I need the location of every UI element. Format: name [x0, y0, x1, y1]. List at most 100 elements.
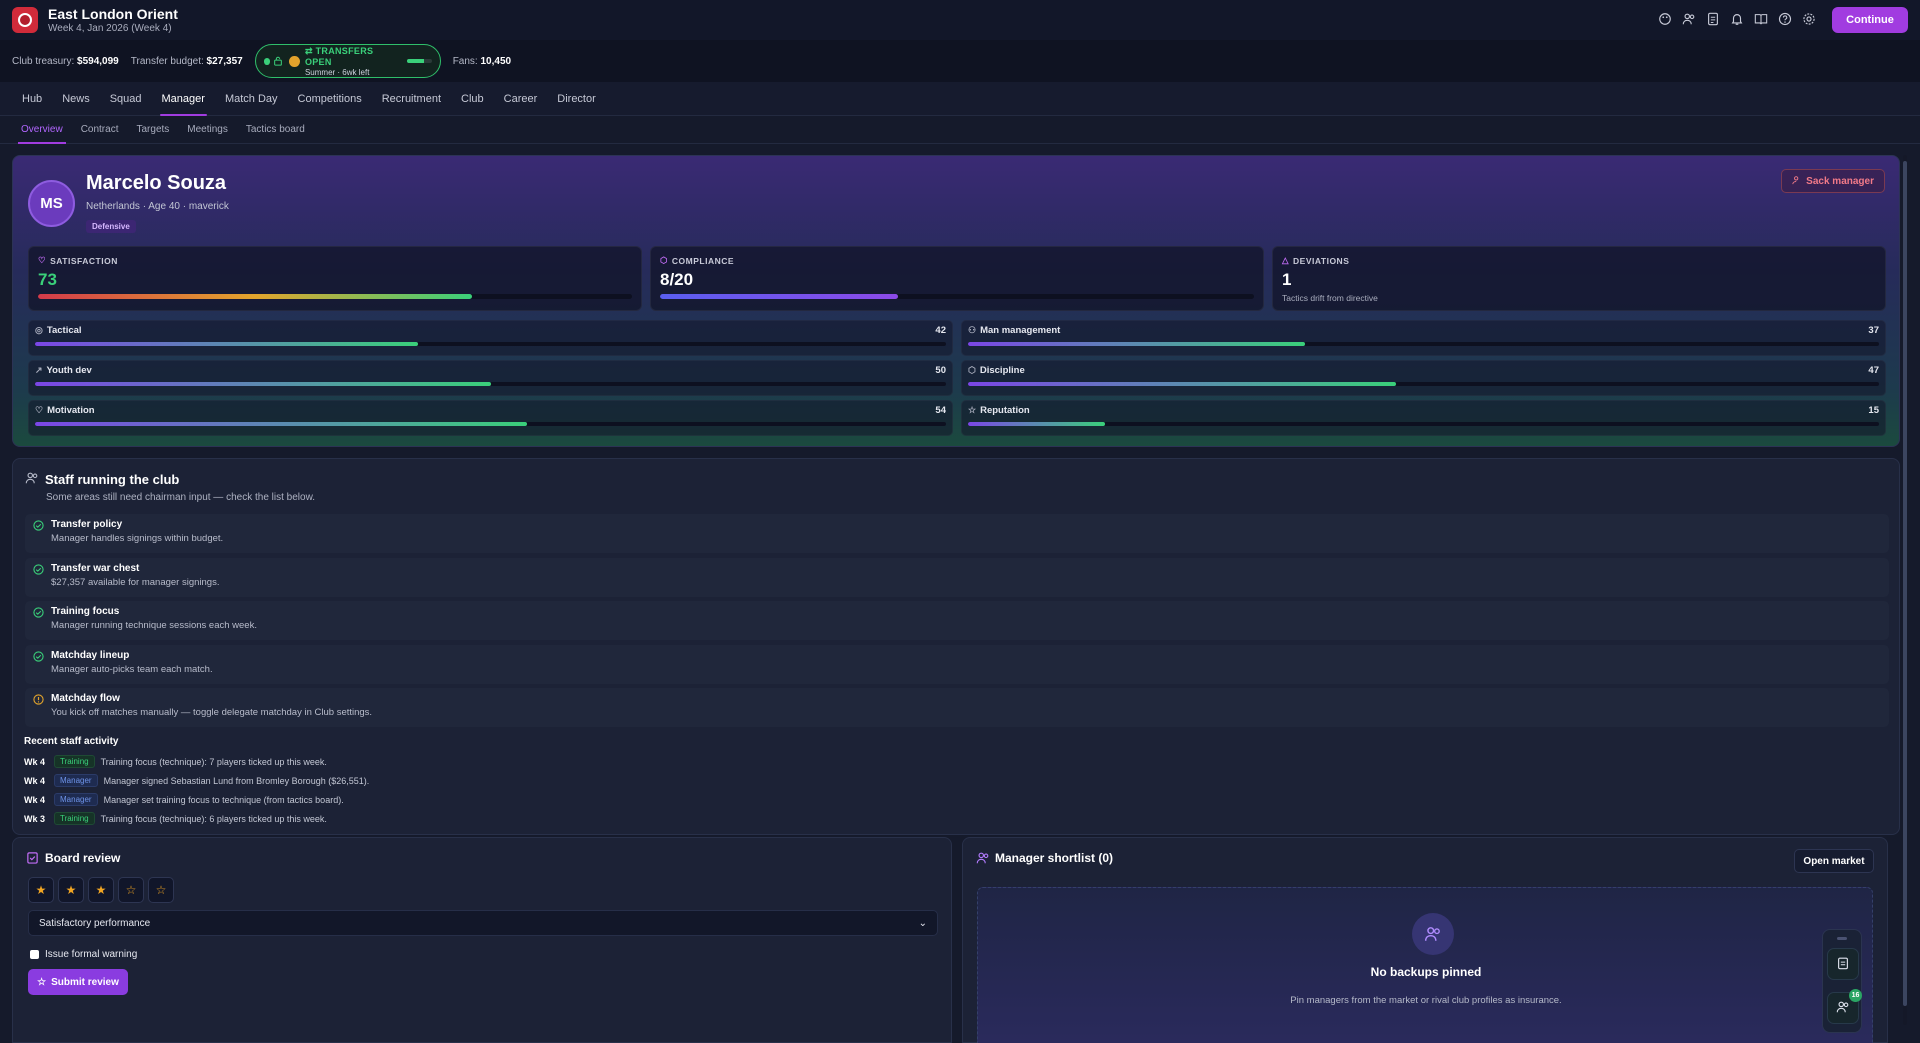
attribute-fill — [35, 342, 418, 346]
nav-item-club[interactable]: Club — [451, 82, 494, 116]
tab-overview[interactable]: Overview — [12, 116, 72, 144]
transfer-window-pill[interactable]: ⇄ TRANSFERS OPEN Summer · 6wk left — [254, 44, 441, 78]
staff-item: Transfer policy Manager handles signings … — [25, 514, 1889, 553]
star-button-2[interactable]: ★ — [58, 877, 84, 903]
attribute-name: ♡ Motivation — [35, 405, 95, 416]
warning-icon: △ — [1282, 255, 1290, 265]
star-button-3[interactable]: ★ — [88, 877, 114, 903]
open-market-button[interactable]: Open market — [1794, 849, 1874, 873]
tab-meetings[interactable]: Meetings — [178, 116, 237, 144]
attribute-label: Tactical — [46, 325, 82, 336]
heart-icon: ♡ — [38, 255, 47, 265]
attribute-bar — [968, 382, 1879, 386]
staff-panel: Staff running the club Some areas still … — [12, 458, 1900, 835]
staff-item-title: Matchday flow — [51, 693, 120, 704]
activity-week: Wk 3 — [24, 813, 46, 824]
sub-nav: Overview Contract Targets Meetings Tactics b… — [0, 116, 1920, 144]
attribute-value: 47 — [1868, 365, 1879, 376]
activity-text: Training focus (technique): 6 players ti… — [100, 813, 327, 824]
staff-item-title: Transfer war chest — [51, 562, 140, 574]
star-button-1[interactable]: ★ — [28, 877, 54, 903]
attribute-tactical: ◎ Tactical 42 — [28, 320, 953, 356]
people-icon — [25, 471, 39, 485]
attribute-motivation: ♡ Motivation 54 — [28, 400, 953, 436]
performance-value: Satisfactory performance — [39, 917, 151, 929]
attribute-name: ☆ Reputation — [968, 405, 1030, 416]
nav-item-recruitment[interactable]: Recruitment — [372, 82, 451, 116]
star-button-5[interactable]: ☆ — [148, 877, 174, 903]
drag-handle[interactable] — [1837, 937, 1847, 940]
nav-item-career[interactable]: Career — [494, 82, 548, 116]
clipboard-button[interactable] — [1827, 948, 1859, 980]
scrollbar[interactable] — [1903, 155, 1907, 1025]
continue-button[interactable]: Continue — [1832, 7, 1908, 33]
club-crest-icon[interactable] — [12, 7, 38, 33]
activity-row: Wk 4 Manager Manager signed Sebastian Lund… — [24, 774, 369, 787]
shield-icon: ⬡ — [968, 365, 976, 375]
nav-item-news[interactable]: News — [52, 82, 100, 116]
empty-subtitle: Pin managers from the market or rival cl… — [1290, 995, 1562, 1006]
activity-type-badge: Manager — [54, 774, 98, 787]
manager-name: Marcelo Souza — [86, 172, 227, 194]
activity-text: Manager set training focus to technique … — [103, 794, 344, 805]
attribute-row: ↗ Youth dev 50 — [35, 365, 946, 376]
squad-button[interactable]: 16 — [1827, 989, 1862, 1024]
gear-icon[interactable] — [1802, 12, 1816, 26]
nav-item-director[interactable]: Director — [547, 82, 606, 116]
fans: Fans: 10,450 — [453, 56, 511, 67]
performance-select[interactable]: Satisfactory performance ⌄ — [28, 910, 938, 936]
formal-warning-checkbox[interactable] — [30, 950, 39, 959]
attribute-name: ↗ Youth dev — [35, 365, 92, 376]
tab-contract[interactable]: Contract — [72, 116, 128, 144]
satisfaction-value: 73 — [38, 270, 57, 289]
attribute-man-management: ⚇ Man management 37 — [961, 320, 1886, 356]
tab-tactics-board[interactable]: Tactics board — [237, 116, 314, 144]
transfer-budget: Transfer budget: $27,357 — [131, 56, 243, 67]
empty-title: No backups pinned — [1370, 965, 1482, 979]
nav-item-manager[interactable]: Manager — [152, 82, 215, 116]
activity-row: Wk 4 Training Training focus (technique): … — [24, 755, 327, 768]
attribute-name: ⚇ Man management — [968, 325, 1060, 336]
clipboard-icon — [1836, 956, 1850, 973]
staff-item-desc: Manager handles signings within budget. — [51, 533, 224, 544]
formal-warning-row[interactable]: Issue formal warning — [30, 949, 137, 960]
attribute-label: Man management — [980, 325, 1061, 336]
fans-value: 10,450 — [480, 55, 512, 67]
manager-hero-card: MS Marcelo Souza Netherlands · Age 40 · … — [12, 155, 1900, 447]
attribute-row: ◎ Tactical 42 — [35, 325, 946, 336]
budget-label: Transfer budget: — [130, 55, 204, 67]
nav-item-squad[interactable]: Squad — [100, 82, 152, 116]
manager-shortlist-panel: Manager shortlist (0) Open market No bac… — [962, 837, 1888, 1043]
window-progress-fill — [406, 59, 425, 63]
nav-item-hub[interactable]: Hub — [12, 82, 52, 116]
submit-review-button[interactable]: ☆ Submit review — [28, 969, 128, 995]
count-badge: 16 — [1849, 989, 1862, 1002]
attribute-reputation: ☆ Reputation 15 — [961, 400, 1886, 436]
attribute-row: ⬡ Discipline 47 — [968, 365, 1879, 376]
attribute-value: 42 — [935, 325, 946, 336]
tab-targets[interactable]: Targets — [127, 116, 178, 144]
nav-item-competitions[interactable]: Competitions — [288, 82, 372, 116]
activity-week: Wk 4 — [24, 756, 46, 767]
help-icon[interactable] — [1778, 12, 1792, 26]
bell-icon[interactable] — [1730, 12, 1744, 26]
activity-row: Wk 3 Training Training focus (technique): … — [24, 812, 327, 825]
attribute-bar — [35, 342, 946, 346]
top-bar: East London Orient Week 4, Jan 2026 (Wee… — [0, 0, 1920, 40]
target-icon: ◎ — [35, 325, 43, 335]
book-icon[interactable] — [1754, 12, 1768, 26]
star-icon: ☆ — [968, 405, 977, 415]
board-review-panel: Board review ★ ★ ★ ☆ ☆ Satisfactory performa… — [12, 837, 952, 1043]
club-name: East London Orient — [48, 6, 178, 22]
check-circle-icon — [33, 650, 44, 662]
people-icon[interactable] — [1682, 12, 1696, 26]
star-button-4[interactable]: ☆ — [118, 877, 144, 903]
attribute-fill — [968, 342, 1306, 346]
document-icon[interactable] — [1706, 12, 1720, 26]
scroll-thumb[interactable] — [1903, 161, 1907, 1006]
palette-icon[interactable] — [1658, 12, 1672, 26]
sack-manager-button[interactable]: Sack manager — [1781, 169, 1885, 193]
activity-type-badge: Training — [54, 812, 95, 825]
compliance-value: 8/20 — [660, 270, 694, 289]
nav-item-match-day[interactable]: Match Day — [215, 82, 288, 116]
